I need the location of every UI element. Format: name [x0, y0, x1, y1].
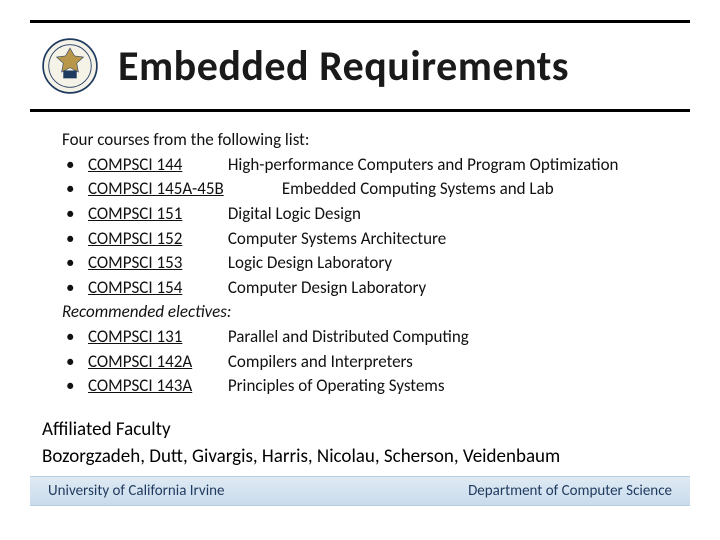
course-code: COMPSCI 145A-45B	[88, 177, 278, 202]
electives-heading: Recommended electives:	[62, 300, 680, 325]
course-code: COMPSCI 143A	[88, 374, 224, 399]
required-course-list: COMPSCI 144 High-performance Computers a…	[62, 153, 680, 301]
list-item: COMPSCI 151 Digital Logic Design	[62, 202, 680, 227]
list-item: COMPSCI 145A-45B Embedded Computing Syst…	[62, 177, 680, 202]
list-item: COMPSCI 131 Parallel and Distributed Com…	[62, 325, 680, 350]
course-title: High-performance Computers and Program O…	[224, 154, 618, 175]
list-item: COMPSCI 154 Computer Design Laboratory	[62, 276, 680, 301]
course-title: Logic Design Laboratory	[224, 252, 392, 273]
footer-left: University of California Irvine	[48, 482, 224, 500]
footer-right: Department of Computer Science	[468, 482, 672, 500]
course-title: Computer Systems Architecture	[224, 228, 446, 249]
course-code: COMPSCI 131	[88, 325, 224, 350]
intro-text: Four courses from the following list:	[62, 128, 680, 153]
faculty-heading: Affiliated Faculty	[42, 417, 680, 444]
slide: Embedded Requirements Four courses from …	[0, 0, 720, 540]
title-block: Embedded Requirements	[30, 20, 690, 112]
faculty-block: Affiliated Faculty Bozorgzadeh, Dutt, Gi…	[0, 399, 720, 470]
list-item: COMPSCI 144 High-performance Computers a…	[62, 153, 680, 178]
footer-bar: University of California Irvine Departme…	[30, 476, 690, 506]
course-title: Digital Logic Design	[224, 203, 361, 224]
list-item: COMPSCI 143A Principles of Operating Sys…	[62, 374, 680, 399]
elective-course-list: COMPSCI 131 Parallel and Distributed Com…	[62, 325, 680, 399]
course-title: Principles of Operating Systems	[224, 375, 445, 396]
content-area: Four courses from the following list: CO…	[0, 112, 720, 399]
page-title: Embedded Requirements	[118, 41, 569, 92]
course-code: COMPSCI 151	[88, 202, 224, 227]
course-code: COMPSCI 144	[88, 153, 224, 178]
course-title: Compilers and Interpreters	[224, 351, 413, 372]
university-seal-icon	[42, 38, 98, 94]
course-code: COMPSCI 154	[88, 276, 224, 301]
course-title: Parallel and Distributed Computing	[224, 326, 469, 347]
course-title: Embedded Computing Systems and Lab	[278, 178, 554, 199]
course-code: COMPSCI 152	[88, 227, 224, 252]
course-title: Computer Design Laboratory	[224, 277, 426, 298]
faculty-names: Bozorgzadeh, Dutt, Givargis, Harris, Nic…	[42, 444, 680, 471]
list-item: COMPSCI 152 Computer Systems Architectur…	[62, 227, 680, 252]
course-code: COMPSCI 142A	[88, 350, 224, 375]
list-item: COMPSCI 142A Compilers and Interpreters	[62, 350, 680, 375]
course-code: COMPSCI 153	[88, 251, 224, 276]
list-item: COMPSCI 153 Logic Design Laboratory	[62, 251, 680, 276]
